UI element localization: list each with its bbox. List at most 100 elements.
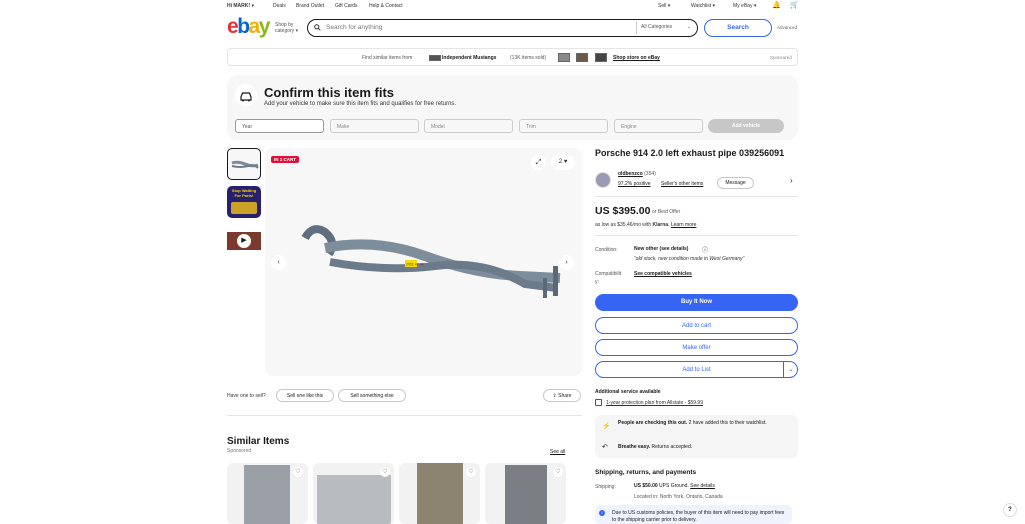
- make-offer-button[interactable]: Make offer: [595, 339, 798, 356]
- klarna-financing: as low as $35.46/mo with Klarna. Learn m…: [595, 222, 697, 228]
- advanced-search-link[interactable]: Advanced: [777, 25, 797, 30]
- similar-item-card[interactable]: ♡: [227, 463, 308, 524]
- similar-item-card[interactable]: ♡: [313, 463, 394, 524]
- bell-icon[interactable]: 🔔: [772, 1, 781, 9]
- exhaust-pipe-image: 2051 47 04: [301, 225, 561, 298]
- heart-icon: ♥: [563, 159, 568, 165]
- returns-message: Breathe easy. Returns accepted.: [618, 444, 693, 450]
- ebay-logo[interactable]: ebay: [227, 14, 270, 40]
- return-icon: ↶: [602, 444, 608, 451]
- watch-button[interactable]: 2 ♥: [551, 155, 575, 170]
- seller-name[interactable]: oldbenzco (354): [618, 171, 656, 177]
- see-compatible-vehicles-link[interactable]: See compatible vehicles: [634, 271, 692, 277]
- category-label: category ▾: [275, 28, 299, 34]
- store-name[interactable]: Independent Mustangs: [442, 55, 496, 61]
- gallery-thumbnail[interactable]: [227, 148, 261, 180]
- greeting[interactable]: Hi MARK! ▾: [227, 3, 254, 9]
- shipping-label: Shipping:: [595, 484, 616, 490]
- item-image: [505, 465, 547, 524]
- sell-one-button[interactable]: Sell one like this: [276, 389, 334, 402]
- brand-outlet-link[interactable]: Brand Outlet: [296, 3, 324, 9]
- play-icon: ▶: [237, 234, 251, 248]
- sell-else-button[interactable]: Sell something else: [338, 389, 406, 402]
- add-vehicle-button[interactable]: Add vehicle: [708, 119, 784, 133]
- protection-plan-checkbox[interactable]: [595, 399, 602, 406]
- utility-bar: Hi MARK! ▾ Deals Brand Outlet Gift Cards…: [0, 0, 1025, 12]
- help-button[interactable]: ?: [1003, 503, 1017, 517]
- store-item-thumbnail[interactable]: [595, 53, 607, 62]
- seller-other-items-link[interactable]: Seller's other items: [661, 181, 703, 187]
- share-icon: ⇪: [552, 393, 557, 399]
- logo-letter-a: a: [248, 15, 261, 38]
- fitment-panel: Confirm this item fits Add your vehicle …: [227, 75, 798, 140]
- promo-image: [231, 202, 257, 214]
- split-divider: [783, 362, 784, 377]
- main-image[interactable]: 2051 47 04: [265, 148, 582, 376]
- buy-it-now-button[interactable]: Buy It Now: [595, 294, 798, 311]
- category-select[interactable]: All Categories ⌄: [636, 21, 694, 34]
- shop-store-link[interactable]: Shop store on eBay: [613, 55, 660, 61]
- store-item-thumbnail[interactable]: [576, 53, 588, 62]
- logo-letter-e: e: [227, 15, 239, 38]
- watch-count: 2: [558, 159, 563, 165]
- shop-by-category[interactable]: Shop by category ▾: [275, 22, 298, 34]
- protection-plan-link[interactable]: 1-year protection plan from Allstate - $…: [606, 400, 703, 406]
- year-select[interactable]: Year: [235, 119, 324, 133]
- see-all-link[interactable]: See all: [550, 449, 565, 455]
- trim-select[interactable]: Trim: [519, 119, 608, 133]
- next-image-button[interactable]: ›: [559, 255, 574, 270]
- previous-image-button[interactable]: ‹: [271, 255, 286, 270]
- shipping-section-title: Shipping, returns, and payments: [595, 469, 697, 476]
- engine-select[interactable]: Engine: [614, 119, 703, 133]
- additional-service-title: Additional service available: [595, 389, 661, 395]
- message-button[interactable]: Message: [717, 177, 754, 189]
- car-icon: [235, 84, 257, 106]
- expand-icon[interactable]: ⤢: [531, 155, 546, 170]
- item-image: [244, 465, 290, 524]
- gift-cards-link[interactable]: Gift Cards: [335, 3, 358, 9]
- info-icon[interactable]: ⓘ: [702, 245, 708, 254]
- info-icon: i: [599, 510, 605, 516]
- my-ebay-link[interactable]: My eBay ▾: [733, 3, 756, 9]
- store-item-thumbnail[interactable]: [558, 53, 570, 62]
- add-to-list-button[interactable]: Add to List ⌄: [595, 361, 798, 378]
- chevron-down-icon[interactable]: ⌄: [786, 362, 796, 378]
- see-details-link[interactable]: See details: [690, 483, 715, 489]
- similar-items-title: Similar Items: [227, 436, 290, 447]
- part-number-tag: 2051 47 04: [406, 263, 424, 267]
- divider: [227, 415, 582, 416]
- watchers-message: People are checking this out. 2 have add…: [618, 420, 767, 426]
- watchlist-link[interactable]: Watchlist ▾: [691, 3, 715, 9]
- item-image: [317, 475, 391, 524]
- search-button[interactable]: Search: [704, 19, 772, 37]
- help-contact-link[interactable]: Help & Contact: [369, 3, 403, 9]
- item-location: Located in: North York, Ontario, Canada: [634, 494, 723, 500]
- chevron-right-icon[interactable]: ›: [790, 176, 793, 185]
- heart-icon[interactable]: ♡: [293, 467, 303, 477]
- gallery-thumbnail[interactable]: Stop Waiting For Parts!: [227, 186, 261, 218]
- deals-link[interactable]: Deals: [273, 3, 286, 9]
- heart-icon[interactable]: ♡: [553, 467, 563, 477]
- search-input[interactable]: Search for anything All Categories ⌄: [307, 19, 698, 37]
- engagement-box: ⚡ People are checking this out. 2 have a…: [595, 415, 798, 458]
- similar-sponsored-label: Sponsored: [227, 448, 252, 454]
- sell-link[interactable]: Sell ▾: [658, 3, 670, 9]
- share-button[interactable]: ⇪ Share: [543, 389, 581, 402]
- best-offer-label: or Best Offer: [652, 209, 681, 215]
- seller-avatar[interactable]: [595, 172, 611, 188]
- heart-icon[interactable]: ♡: [380, 467, 390, 477]
- compatibility-label: Compatibilit: [595, 271, 622, 277]
- heart-icon[interactable]: ♡: [466, 467, 476, 477]
- divider: [595, 196, 798, 197]
- add-to-cart-button[interactable]: Add to cart: [595, 317, 798, 334]
- similar-item-card[interactable]: ♡: [399, 463, 480, 524]
- gallery-video-thumbnail[interactable]: ▶: [227, 225, 261, 257]
- shipping-value: US $50.00 UPS Ground. See details: [634, 483, 715, 489]
- similar-item-card[interactable]: ♡: [485, 463, 566, 524]
- learn-more-link[interactable]: Learn more: [671, 222, 697, 228]
- seller-feedback[interactable]: 97.2% positive: [618, 181, 651, 187]
- make-select[interactable]: Make: [330, 119, 419, 133]
- cart-icon[interactable]: 🛒: [790, 1, 799, 9]
- model-select[interactable]: Model: [424, 119, 513, 133]
- in-cart-badge: IN 1 CART: [271, 156, 300, 163]
